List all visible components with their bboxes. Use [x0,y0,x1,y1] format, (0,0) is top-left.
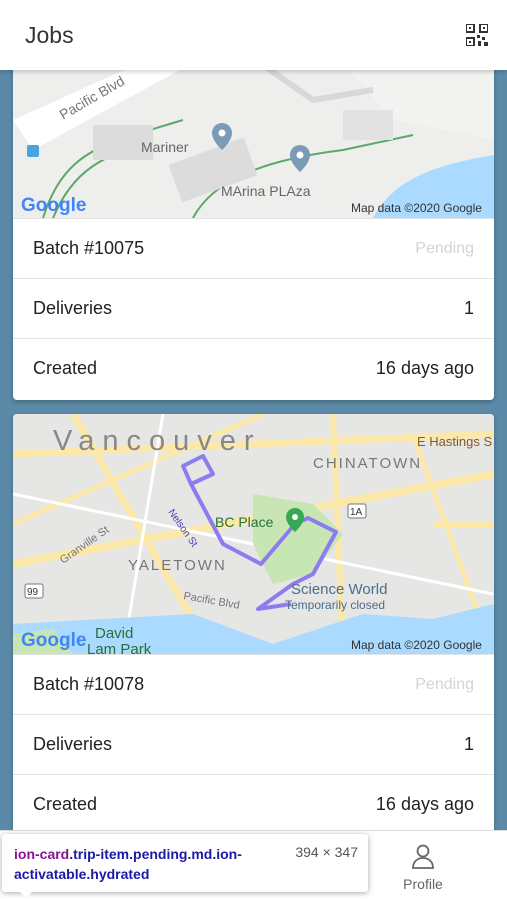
deliveries-value: 1 [463,734,474,754]
map-park-label: David [95,625,133,642]
map-poi-label: Mariner [141,139,189,155]
google-logo: Google [21,630,86,651]
map-district-label: YALETOWN [128,557,227,574]
transit-icon [27,145,39,157]
created-value: 16 days ago [375,358,474,378]
deliveries-label: Deliveries [33,298,113,318]
deliveries-value: 1 [463,298,474,318]
inspector-tag: ion-card [14,846,70,862]
map-poi-label: Science World [291,581,387,598]
tab-profile-label: Profile [403,876,443,892]
map-attribution: Map data ©2020 Google [351,201,482,215]
batch-number: Batch #10078 [33,674,145,694]
person-icon [412,844,434,869]
map-street-label: E Hastings S [417,434,492,449]
status-badge: Pending [415,676,474,693]
trip-card[interactable]: Pacific Blvd Mariner MArina PLAza Google… [13,30,494,400]
map-poi-label: BC Place [215,514,274,530]
qr-code-icon[interactable] [466,24,488,46]
map-poi-note: Temporarily closed [285,598,385,612]
map-poi-label: MArina PLAza [221,183,311,199]
page-title: Jobs [25,22,74,48]
map-park-label: Lam Park [87,641,152,654]
trip-card[interactable]: Vancouver E Hastings S CHINATOWN BC Plac… [13,414,494,844]
created-value: 16 days ago [375,794,474,814]
google-logo: Google [21,195,86,216]
tab-profile[interactable]: Profile [392,843,454,892]
created-label: Created [33,794,98,814]
map-city-label: Vancouver [53,425,262,457]
created-row: Created 16 days ago [13,774,494,834]
deliveries-label: Deliveries [33,734,113,754]
deliveries-row: Deliveries 1 [13,278,494,338]
trip-map: Vancouver E Hastings S CHINATOWN BC Plac… [13,414,494,654]
batch-row: Batch #10075 Pending [13,218,494,278]
highway-label: 1A [350,507,363,518]
created-label: Created [33,358,98,378]
status-badge: Pending [415,240,474,257]
tooltip-arrow [18,890,34,898]
batch-row: Batch #10078 Pending [13,654,494,714]
highway-label: 99 [27,587,39,598]
created-row: Created 16 days ago [13,338,494,398]
inspector-tooltip: ion-card.trip-item.pending.md.ion-activa… [2,834,368,892]
deliveries-row: Deliveries 1 [13,714,494,774]
app-header: Jobs [0,0,507,70]
inspector-dimensions: 394 × 347 [295,844,358,860]
map-attribution: Map data ©2020 Google [351,638,482,652]
inspector-selector: ion-card.trip-item.pending.md.ion-activa… [14,844,282,884]
batch-number: Batch #10075 [33,238,145,258]
map-district-label: CHINATOWN [313,455,422,472]
